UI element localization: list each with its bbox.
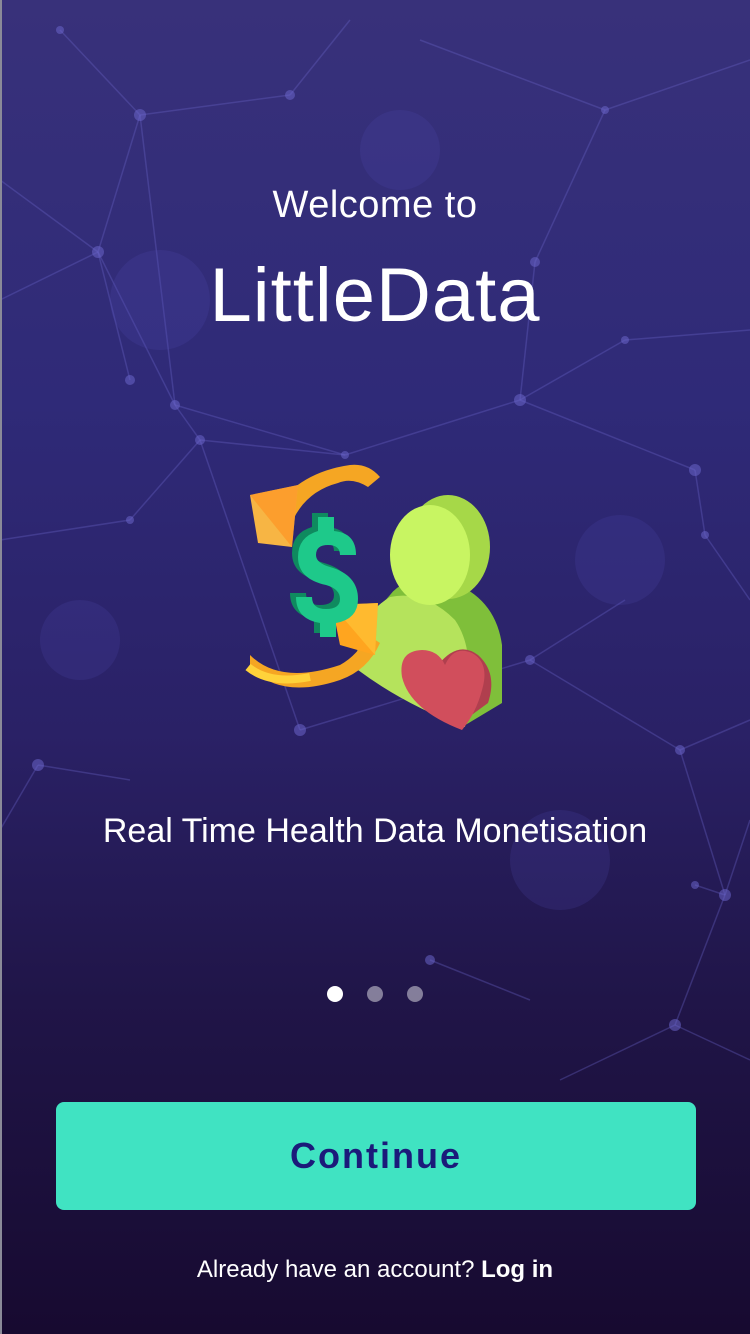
tagline-text: Real Time Health Data Monetisation bbox=[102, 812, 648, 850]
page-indicator bbox=[0, 986, 750, 1002]
page-dot-2[interactable] bbox=[367, 986, 383, 1002]
money-exchange-user-heart-icon bbox=[245, 464, 502, 730]
login-prompt-text: Already have an account? bbox=[196, 1256, 482, 1283]
page-dot-1[interactable] bbox=[327, 986, 343, 1002]
page-dot-3[interactable] bbox=[407, 986, 423, 1002]
login-row: Already have an account? Log in bbox=[0, 1256, 750, 1284]
login-link[interactable]: Log in bbox=[481, 1256, 553, 1283]
app-name-title: LittleData bbox=[209, 253, 541, 338]
continue-button[interactable]: Continue bbox=[56, 1102, 696, 1210]
onboarding-screen: Welcome to LittleData Real Time Health D… bbox=[0, 0, 750, 1334]
welcome-heading: Welcome to bbox=[272, 184, 478, 226]
